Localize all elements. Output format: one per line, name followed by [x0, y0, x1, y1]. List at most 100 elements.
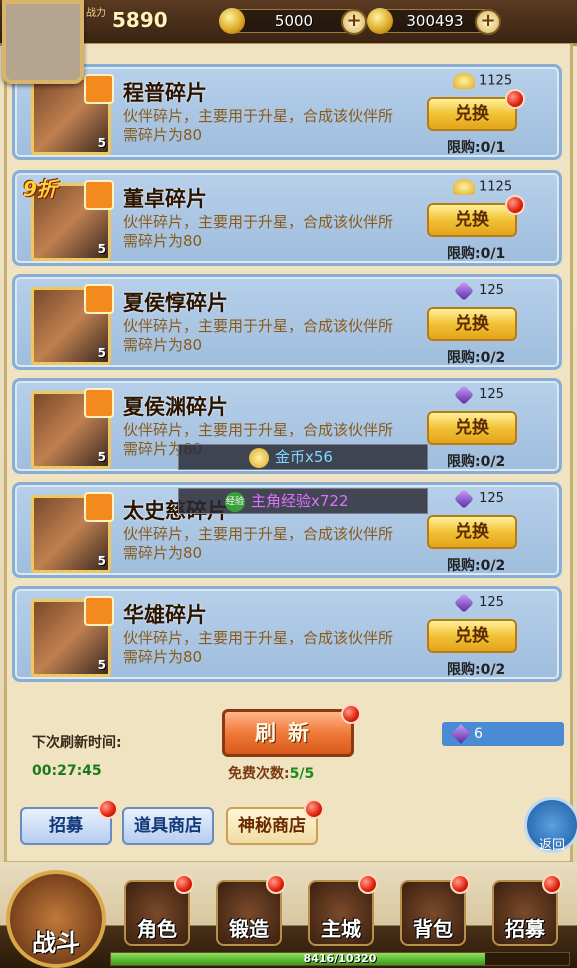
- nav-city[interactable]: 主城: [308, 874, 378, 946]
- refresh-timer: 00:27:45: [32, 763, 102, 779]
- exp-text: 8416/10320: [303, 952, 377, 965]
- fragment-count: 5: [97, 242, 106, 256]
- item-name: 程普碎片: [123, 81, 207, 105]
- nav-label: 角色: [137, 917, 177, 941]
- tab-label: 道具商店: [134, 816, 202, 836]
- nav-bag[interactable]: 背包: [400, 874, 470, 946]
- exchange-button[interactable]: 兑换: [427, 515, 517, 549]
- tab-label: 神秘商店: [238, 816, 306, 836]
- item-name: 夏侯渊碎片: [123, 395, 228, 419]
- notification-dot: [266, 874, 286, 894]
- notification-dot: [505, 195, 525, 215]
- gold-reward-text: 金币x56: [275, 448, 333, 466]
- exchange-label: 兑换: [455, 418, 489, 438]
- nav-label: 背包: [413, 917, 453, 941]
- exp-reward-text: 主角经验x722: [251, 492, 349, 510]
- add-coin-button[interactable]: +: [475, 9, 501, 35]
- price-value: 125: [479, 387, 504, 402]
- item-price: 125: [453, 592, 504, 613]
- exp-bar: 8416/10320: [110, 952, 570, 966]
- item-desc: 伙伴碎片，主要用于升星，合成该伙伴所需碎片为80: [123, 629, 394, 666]
- discount-badge: 9折: [23, 177, 57, 201]
- purchase-limit: 限购:0/2: [447, 662, 506, 678]
- fragment-count: 5: [97, 346, 106, 360]
- refresh-time-label: 下次刷新时间:: [32, 735, 122, 751]
- nav-recruit[interactable]: 招募: [492, 874, 562, 946]
- gold-ingot-icon: [219, 8, 245, 34]
- fragment-icon: [84, 492, 114, 522]
- tab-mystery-shop[interactable]: 神秘商店: [226, 799, 324, 845]
- coin-value: 300493: [406, 12, 464, 30]
- top-bar: 战力 5890 5000 + 300493 +: [0, 0, 577, 46]
- exchange-button[interactable]: 兑换: [427, 411, 517, 445]
- tab-recruit[interactable]: 招募: [20, 799, 118, 845]
- add-gold-button[interactable]: +: [341, 9, 367, 35]
- purchase-limit: 限购:0/1: [447, 246, 506, 262]
- item-price: 125: [453, 280, 504, 301]
- notification-dot: [542, 874, 562, 894]
- nav-label: 主城: [321, 917, 361, 941]
- exchange-button[interactable]: 兑换: [427, 619, 517, 653]
- price-value: 1125: [479, 73, 513, 89]
- list-item: 5 夏侯惇碎片 伙伴碎片，主要用于升星，合成该伙伴所需碎片为80 125 兑换 …: [12, 274, 562, 370]
- gem-icon: [454, 384, 474, 405]
- notification-dot: [358, 874, 378, 894]
- exchange-label: 兑换: [455, 626, 489, 646]
- purchase-limit: 限购:0/2: [447, 350, 506, 366]
- nav-label: 招募: [505, 917, 545, 941]
- nav-forge[interactable]: 锻造: [216, 874, 286, 946]
- exchange-button[interactable]: 兑换: [427, 307, 517, 341]
- exchange-label: 兑换: [455, 522, 489, 542]
- refresh-label: 刷新: [255, 721, 321, 745]
- hero-portrait[interactable]: 5: [31, 74, 114, 155]
- power-label: 战力: [86, 8, 106, 19]
- refresh-button[interactable]: 刷新: [222, 704, 361, 757]
- list-item: 5 9折 董卓碎片 伙伴碎片，主要用于升星，合成该伙伴所需碎片为80 1125 …: [12, 170, 562, 266]
- gold-value: 5000: [274, 12, 314, 30]
- nav-role[interactable]: 角色: [124, 874, 194, 946]
- gold-resource: 5000 +: [219, 8, 367, 35]
- item-price: 125: [453, 488, 504, 509]
- exchange-label: 兑换: [455, 210, 489, 230]
- item-name: 华雄碎片: [123, 603, 207, 627]
- fragment-icon: [84, 388, 114, 418]
- coin-icon: [367, 8, 393, 34]
- hero-portrait[interactable]: 5: [31, 388, 114, 469]
- exchange-label: 兑换: [455, 104, 489, 124]
- fragment-icon: [84, 284, 114, 314]
- notification-dot: [98, 799, 118, 819]
- item-desc: 伙伴碎片，主要用于升星，合成该伙伴所需碎片为80: [123, 317, 394, 354]
- fragment-icon: [84, 74, 114, 104]
- notification-dot: [341, 704, 361, 724]
- item-desc: 伙伴碎片，主要用于升星，合成该伙伴所需碎片为80: [123, 107, 394, 144]
- tab-label: 招募: [49, 816, 83, 836]
- notification-dot: [304, 799, 324, 819]
- hero-portrait[interactable]: 5: [31, 492, 114, 573]
- purchase-limit: 限购:0/1: [447, 140, 506, 156]
- exchange-label: 兑换: [455, 314, 489, 334]
- item-price: 125: [453, 384, 504, 405]
- player-avatar[interactable]: [2, 0, 84, 84]
- nav-battle[interactable]: 战斗: [6, 870, 106, 968]
- item-price: 1125: [453, 73, 512, 89]
- power-value: 5890: [112, 8, 168, 32]
- gem-icon: [454, 280, 474, 301]
- coin-resource: 300493 +: [367, 8, 501, 35]
- purchase-limit: 限购:0/2: [447, 454, 506, 470]
- price-value: 125: [479, 595, 504, 610]
- gem-icon: [451, 724, 471, 744]
- notification-dot: [174, 874, 194, 894]
- item-desc: 伙伴碎片，主要用于升星，合成该伙伴所需碎片为80: [123, 525, 394, 562]
- gold-ingot-icon: [453, 179, 475, 195]
- hero-portrait[interactable]: 5: [31, 284, 114, 365]
- exchange-button[interactable]: 兑换: [427, 195, 525, 237]
- tab-item-shop[interactable]: 道具商店: [122, 807, 214, 845]
- list-item: 5 华雄碎片 伙伴碎片，主要用于升星，合成该伙伴所需碎片为80 125 兑换 限…: [12, 586, 562, 682]
- price-value: 1125: [479, 179, 513, 195]
- hero-portrait[interactable]: 5: [31, 596, 114, 677]
- free-count: 免费次数:5/5: [228, 763, 314, 783]
- nav-label: 战斗: [32, 929, 80, 957]
- back-button[interactable]: 返回: [524, 797, 577, 853]
- exchange-button[interactable]: 兑换: [427, 89, 525, 131]
- exp-reward-toast: 经验 主角经验x722: [178, 488, 428, 514]
